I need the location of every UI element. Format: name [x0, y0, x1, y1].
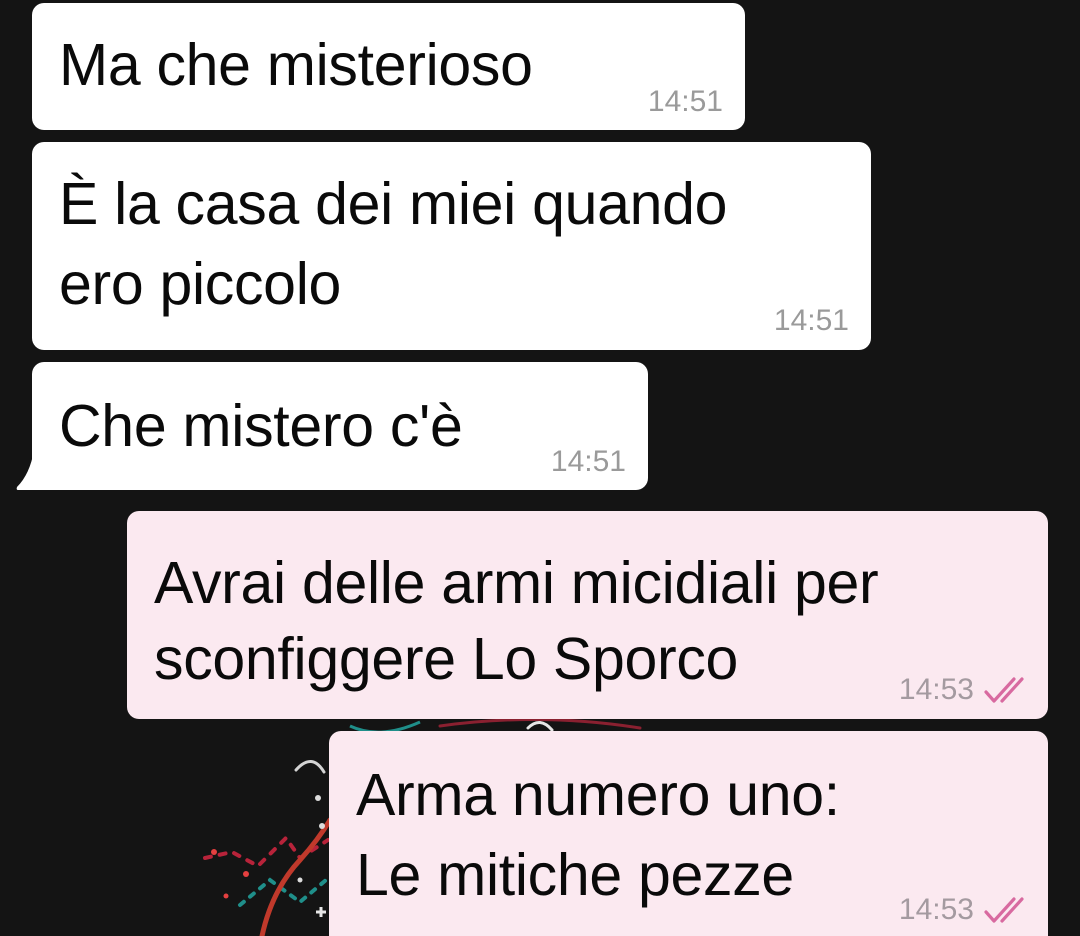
message-bubble-incoming[interactable]: Ma che misterioso 14:51: [32, 3, 745, 130]
message-text: È la casa dei miei quando: [59, 171, 728, 237]
message-meta: 14:51: [774, 304, 849, 338]
message-meta: 14:51: [551, 445, 626, 479]
message-bubble-incoming[interactable]: È la casa dei miei quando ero piccolo 14…: [32, 142, 871, 350]
message-time: 14:51: [647, 85, 723, 118]
double-check-icon: [984, 897, 1024, 923]
message-time: 14:51: [550, 445, 626, 478]
message-text-line-2: ero piccolo: [59, 251, 342, 317]
message-time: 14:51: [773, 304, 849, 337]
message-text: Ma che misterioso: [59, 32, 533, 98]
message-meta: 14:53: [899, 673, 1030, 707]
message-bubble-incoming[interactable]: Che mistero c'è 14:51: [32, 362, 648, 490]
message-bubble-outgoing[interactable]: Arma numero uno: Le mitiche pezze 14:53: [329, 731, 1048, 936]
message-time: 14:53: [898, 673, 974, 706]
message-text: Arma numero uno:: [356, 762, 840, 828]
message-bubble-outgoing[interactable]: Avrai delle armi micidiali per sconfigge…: [127, 511, 1048, 719]
double-check-icon: [984, 677, 1024, 703]
message-text-line-2: Le mitiche pezze: [356, 842, 794, 908]
message-text: Che mistero c'è: [59, 393, 463, 459]
message-text-line-2: sconfiggere Lo Sporco: [154, 626, 739, 692]
chat-window: Ma che misterioso 14:51 È la casa dei mi…: [0, 0, 1080, 936]
message-meta: 14:51: [648, 85, 723, 119]
message-meta: 14:53: [899, 893, 1030, 927]
message-text: Avrai delle armi micidiali per: [154, 550, 879, 616]
message-time: 14:53: [898, 893, 974, 926]
